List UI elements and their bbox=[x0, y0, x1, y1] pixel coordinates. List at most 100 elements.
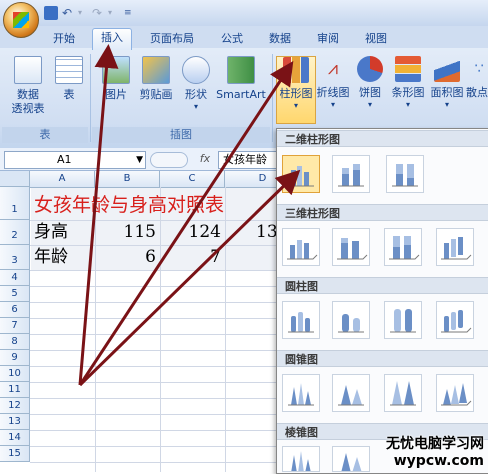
row-header-7[interactable]: 7 bbox=[0, 318, 30, 334]
cell-c2[interactable]: 124 bbox=[161, 221, 221, 243]
clustered-column-option[interactable] bbox=[282, 155, 320, 193]
gallery-section-3d-column: 三维柱形图 bbox=[277, 204, 488, 221]
name-box[interactable]: A1 ▼ bbox=[4, 151, 146, 169]
gridline bbox=[30, 414, 300, 415]
tab-home[interactable]: 开始 bbox=[44, 30, 84, 48]
row-header-6[interactable]: 6 bbox=[0, 302, 30, 318]
column-header-a[interactable]: A bbox=[30, 171, 95, 188]
stacked-column-icon bbox=[338, 164, 364, 187]
cell-a3[interactable]: 年龄 bbox=[34, 246, 68, 268]
row-header-2[interactable]: 2 bbox=[0, 220, 30, 245]
bar-chart-button[interactable]: 条形图 ▾ bbox=[388, 56, 428, 110]
cell-b3[interactable]: 6 bbox=[96, 246, 156, 268]
bar-chart-label: 条形图 bbox=[391, 86, 425, 99]
row-header-4[interactable]: 4 bbox=[0, 270, 30, 286]
cylinder-clustered-option[interactable] bbox=[282, 301, 320, 339]
row-header-11[interactable]: 11 bbox=[0, 382, 30, 398]
cone-3d-option[interactable] bbox=[436, 374, 474, 412]
cylinder-stacked-option[interactable] bbox=[332, 301, 370, 339]
name-box-dropdown-icon[interactable]: ▼ bbox=[136, 152, 143, 168]
cone-stacked-option[interactable] bbox=[332, 374, 370, 412]
stacked-column-option[interactable] bbox=[332, 155, 370, 193]
office-logo-icon bbox=[13, 12, 29, 28]
cylinder-100-option[interactable] bbox=[384, 301, 422, 339]
picture-button[interactable]: 图片 bbox=[96, 56, 136, 102]
tab-review[interactable]: 审阅 bbox=[310, 30, 346, 48]
cell-c3[interactable]: 7 bbox=[161, 246, 221, 268]
row-header-10[interactable]: 10 bbox=[0, 366, 30, 382]
gridline bbox=[30, 430, 300, 431]
pyramid-stacked-option[interactable] bbox=[332, 446, 370, 472]
column-header-b[interactable]: B bbox=[95, 171, 160, 188]
cone-100-option[interactable] bbox=[384, 374, 422, 412]
pivot-label-1: 数据 bbox=[17, 88, 39, 101]
insert-function-icon[interactable]: fx bbox=[196, 151, 214, 167]
cell-a2[interactable]: 身高 bbox=[34, 221, 68, 243]
row-header-13[interactable]: 13 bbox=[0, 414, 30, 430]
tab-formulas[interactable]: 公式 bbox=[214, 30, 250, 48]
save-icon[interactable] bbox=[44, 6, 58, 20]
cell-b2[interactable]: 115 bbox=[96, 221, 156, 243]
cone-stacked-icon bbox=[338, 385, 364, 406]
3d-clustered-column-option[interactable] bbox=[282, 228, 320, 266]
gridline bbox=[30, 446, 300, 447]
cone-clustered-option[interactable] bbox=[282, 374, 320, 412]
cylinder-clustered-icon bbox=[288, 312, 314, 333]
line-chart-button[interactable]: ⩘ 折线图 ▾ bbox=[314, 56, 352, 110]
office-button[interactable] bbox=[3, 2, 39, 38]
column-chart-label: 柱形图 bbox=[279, 87, 313, 100]
tab-data[interactable]: 数据 bbox=[262, 30, 298, 48]
cell-a1-title[interactable]: 女孩年龄与身高对照表 bbox=[34, 190, 224, 217]
area-chart-button[interactable]: 面积图 ▾ bbox=[428, 56, 466, 110]
gridline bbox=[225, 187, 226, 472]
line-chart-label: 折线图 bbox=[316, 86, 350, 99]
3d-stacked-column-option[interactable] bbox=[332, 228, 370, 266]
row-header-8[interactable]: 8 bbox=[0, 334, 30, 350]
table-button[interactable]: 表 bbox=[54, 56, 84, 102]
redo-icon[interactable]: ↷ bbox=[92, 6, 106, 20]
pie-chart-button[interactable]: 饼图 ▾ bbox=[354, 56, 386, 110]
tab-view[interactable]: 视图 bbox=[358, 30, 394, 48]
clipart-button[interactable]: 剪贴画 bbox=[134, 56, 178, 102]
cylinder-3d-option[interactable] bbox=[436, 301, 474, 339]
undo-dropdown-icon[interactable]: ▾ bbox=[78, 6, 92, 20]
select-all-corner[interactable] bbox=[0, 171, 30, 187]
gridline bbox=[30, 350, 300, 351]
formula-bar-resize-handle[interactable] bbox=[150, 152, 188, 168]
undo-icon[interactable]: ↶ bbox=[62, 6, 76, 20]
gridline bbox=[30, 462, 300, 463]
row-header-14[interactable]: 14 bbox=[0, 430, 30, 446]
column-chart-icon bbox=[283, 57, 309, 83]
cell-d2[interactable]: 13 bbox=[256, 221, 278, 243]
scatter-chart-button[interactable]: ∵ 散点 bbox=[466, 56, 488, 100]
shapes-button[interactable]: 形状 ▾ bbox=[178, 56, 214, 112]
gridline bbox=[30, 398, 300, 399]
smartart-button[interactable]: SmartArt bbox=[214, 56, 268, 102]
cone-clustered-icon bbox=[288, 383, 314, 406]
row-header-15[interactable]: 15 bbox=[0, 446, 30, 462]
3d-column-option[interactable] bbox=[436, 228, 474, 266]
pie-chart-icon bbox=[357, 56, 383, 82]
row-header-1[interactable]: 1 bbox=[0, 187, 30, 220]
tab-page-layout[interactable]: 页面布局 bbox=[140, 30, 204, 48]
column-chart-button[interactable]: 柱形图 ▾ bbox=[276, 56, 316, 124]
customize-qat-icon[interactable]: ≡ bbox=[124, 6, 138, 20]
3d-100-stacked-column-option[interactable] bbox=[384, 228, 422, 266]
scatter-chart-label: 散点 bbox=[466, 86, 488, 99]
row-header-12[interactable]: 12 bbox=[0, 398, 30, 414]
smartart-label: SmartArt bbox=[216, 88, 266, 101]
pyramid-clustered-option[interactable] bbox=[282, 446, 320, 472]
column-header-c[interactable]: C bbox=[160, 171, 225, 188]
gridline bbox=[30, 286, 300, 287]
row-header-9[interactable]: 9 bbox=[0, 350, 30, 366]
pivot-table-button[interactable]: 数据 透视表 bbox=[4, 56, 52, 116]
picture-icon bbox=[102, 56, 130, 84]
table-label: 表 bbox=[63, 88, 75, 101]
100-stacked-column-option[interactable] bbox=[386, 155, 424, 193]
area-chart-dropdown-icon: ▾ bbox=[444, 100, 449, 109]
row-header-5[interactable]: 5 bbox=[0, 286, 30, 302]
ribbon-separator bbox=[272, 54, 273, 142]
row-header-3[interactable]: 3 bbox=[0, 245, 30, 270]
tab-insert[interactable]: 插入 bbox=[92, 28, 132, 50]
redo-dropdown-icon[interactable]: ▾ bbox=[108, 6, 122, 20]
